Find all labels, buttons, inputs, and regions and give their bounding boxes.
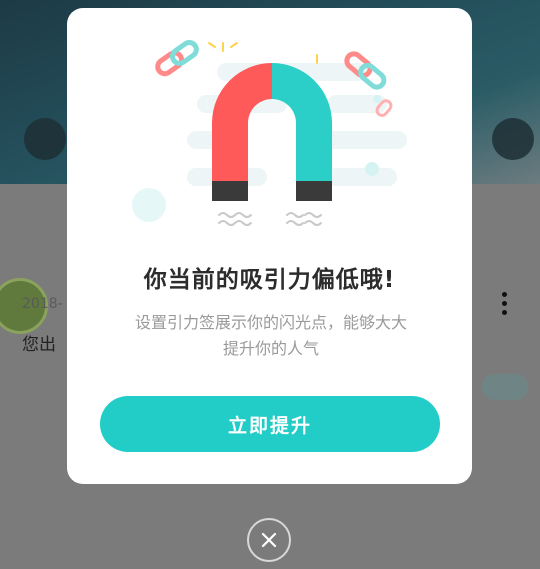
background-post-text: 您出: [22, 335, 56, 355]
modal-description-line1: 设置引力签展示你的闪光点，能够大大: [134, 313, 407, 332]
modal-description: 设置引力签展示你的闪光点，能够大大 提升你的人气: [101, 310, 441, 362]
background-left-button: [24, 118, 66, 160]
background-voice-button: [492, 118, 534, 160]
background-post-date: 2018-: [22, 296, 63, 312]
close-button[interactable]: [247, 518, 291, 562]
background-more-icon: [500, 292, 508, 322]
attraction-modal: 你当前的吸引力偏低哦! 设置引力签展示你的闪光点，能够大大 提升你的人气 立即提…: [67, 8, 472, 484]
close-icon: [261, 532, 277, 548]
boost-now-button[interactable]: 立即提升: [100, 396, 440, 452]
modal-title: 你当前的吸引力偏低哦!: [143, 267, 396, 293]
magnet-icon: [132, 40, 407, 226]
modal-description-line2: 提升你的人气: [222, 339, 319, 358]
background-pill: [482, 374, 528, 400]
